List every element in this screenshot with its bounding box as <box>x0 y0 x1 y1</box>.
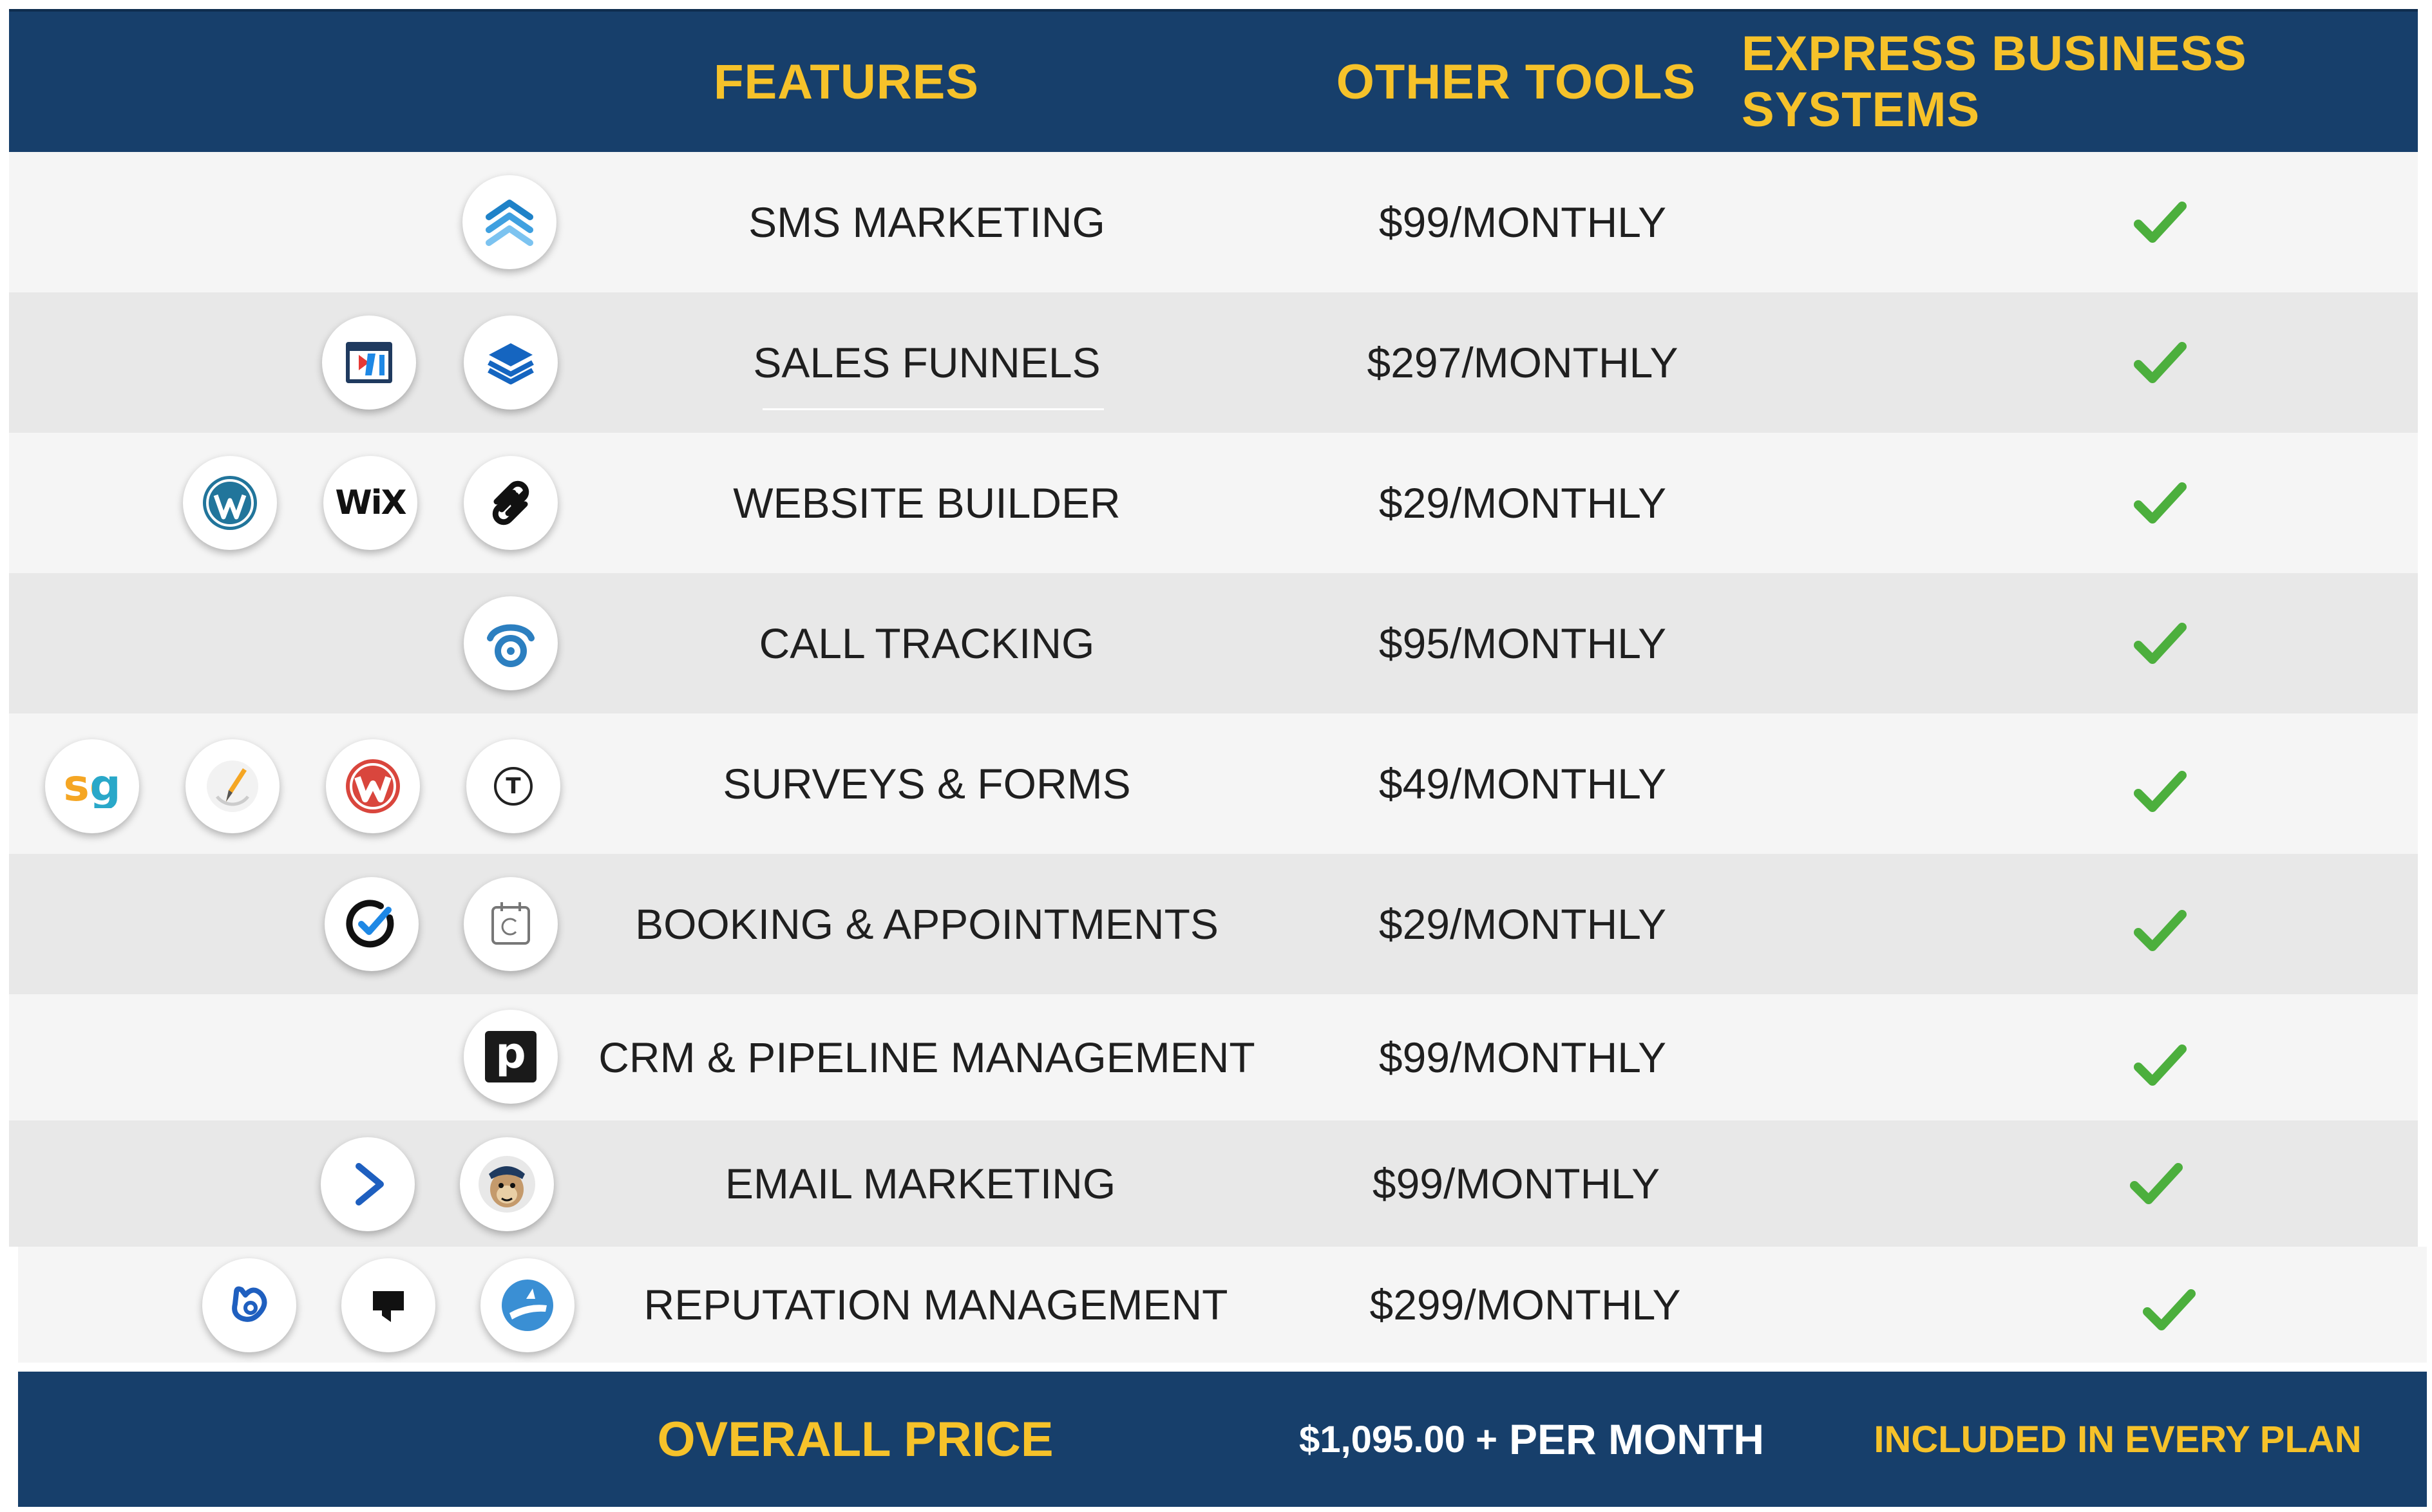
checkmark-icon <box>2064 573 2257 713</box>
overall-price-suffix: PER MONTH <box>1509 1415 1764 1463</box>
checkmark-icon <box>2064 994 2257 1120</box>
table-row: sg T SURVEYS & FORMS $49/MONTHLY <box>9 713 2418 854</box>
activecampaign-icon <box>321 1137 415 1231</box>
pencil-icon <box>185 739 280 833</box>
other-tools-price: $99/MONTHLY <box>1378 198 1667 246</box>
sg-wordmark: sg <box>63 761 121 811</box>
table-row: WiX WEBSITE BUILDER $29/MONTHLY <box>9 433 2418 573</box>
overall-price-label: OVERALL PRICE <box>657 1412 1054 1467</box>
feature-label: CALL TRACKING <box>759 619 1095 667</box>
feature-label: SMS MARKETING <box>748 198 1105 246</box>
feature-label: REPUTATION MANAGEMENT <box>643 1281 1228 1328</box>
wordpress-icon <box>183 456 277 550</box>
overall-price-amount: $1,095.00 + <box>1298 1418 1497 1460</box>
table-row: BOOKING & APPOINTMENTS $29/MONTHLY <box>9 854 2418 994</box>
table-row: p CRM & PIPELINE MANAGEMENT $99/MONTHLY <box>9 994 2418 1120</box>
header-other-tools: OTHER TOOLS <box>1336 54 1696 109</box>
table-row: REPUTATION MANAGEMENT $299/MONTHLY <box>18 1247 2427 1363</box>
feature-label: SURVEYS & FORMS <box>723 760 1131 808</box>
pipedrive-letter: p <box>495 1028 526 1078</box>
checkmark-icon <box>2064 854 2257 994</box>
wix-icon: WiX <box>323 456 417 550</box>
squarespace-icon <box>464 456 558 550</box>
clickfunnels-icon <box>322 316 416 410</box>
checkmark-icon <box>2064 152 2257 292</box>
feature-label: EMAIL MARKETING <box>725 1160 1116 1207</box>
other-tools-price: $99/MONTHLY <box>1378 1034 1667 1081</box>
other-tools-price: $95/MONTHLY <box>1378 619 1667 667</box>
feature-label: BOOKING & APPOINTMENTS <box>635 900 1219 948</box>
table-footer: OVERALL PRICE $1,095.00 + PER MONTH INCL… <box>18 1372 2427 1507</box>
other-tools-price: $29/MONTHLY <box>1378 900 1667 948</box>
callrail-icon <box>464 596 558 690</box>
checkmark-icon <box>2073 1247 2266 1363</box>
other-tools-price: $29/MONTHLY <box>1378 479 1667 527</box>
layers-icon <box>464 316 558 410</box>
overall-price-value: $1,095.00 + PER MONTH <box>1229 1372 1834 1507</box>
table-header: FEATURES OTHER TOOLS EXPRESS BUSINESS SY… <box>9 9 2418 152</box>
checkmark-icon <box>2060 1120 2253 1247</box>
header-express-business-systems: EXPRESS BUSINESS SYSTEMS <box>1742 26 2247 137</box>
table-row: CALL TRACKING $95/MONTHLY <box>9 573 2418 713</box>
checkmark-icon <box>2064 292 2257 433</box>
pricing-comparison-table: FEATURES OTHER TOOLS EXPRESS BUSINESS SY… <box>9 9 2427 1509</box>
calendly-icon <box>464 877 558 971</box>
other-tools-price: $297/MONTHLY <box>1367 339 1678 386</box>
surveygizmo-icon: sg <box>45 739 139 833</box>
wix-wordmark: WiX <box>335 484 406 522</box>
grade-us-icon <box>480 1258 575 1352</box>
podium-icon <box>341 1258 435 1352</box>
acuity-check-icon <box>325 877 419 971</box>
table-row: SALES FUNNELS $297/MONTHLY <box>9 292 2418 433</box>
divider <box>763 408 1104 410</box>
typeform-icon: T <box>466 739 560 833</box>
table-row: EMAIL MARKETING $99/MONTHLY <box>9 1120 2418 1247</box>
checkmark-icon <box>2064 713 2257 854</box>
typeform-letter: T <box>506 773 521 799</box>
feature-label: CRM & PIPELINE MANAGEMENT <box>598 1034 1255 1081</box>
chevrons-up-icon <box>462 175 556 269</box>
included-in-every-plan: INCLUDED IN EVERY PLAN <box>1874 1418 2362 1460</box>
checkmark-icon <box>2064 433 2257 573</box>
feature-label: SALES FUNNELS <box>753 339 1101 386</box>
header-features: FEATURES <box>714 54 979 109</box>
other-tools-price: $299/MONTHLY <box>1369 1281 1681 1328</box>
table-row: SMS MARKETING $99/MONTHLY <box>9 152 2418 292</box>
mailchimp-icon <box>460 1137 554 1231</box>
pipedrive-icon: p <box>464 1010 558 1104</box>
wufoo-icon <box>326 739 420 833</box>
feature-label: WEBSITE BUILDER <box>733 479 1121 527</box>
other-tools-price: $49/MONTHLY <box>1378 760 1667 808</box>
other-tools-price: $99/MONTHLY <box>1372 1160 1660 1207</box>
birdeye-icon <box>202 1258 296 1352</box>
